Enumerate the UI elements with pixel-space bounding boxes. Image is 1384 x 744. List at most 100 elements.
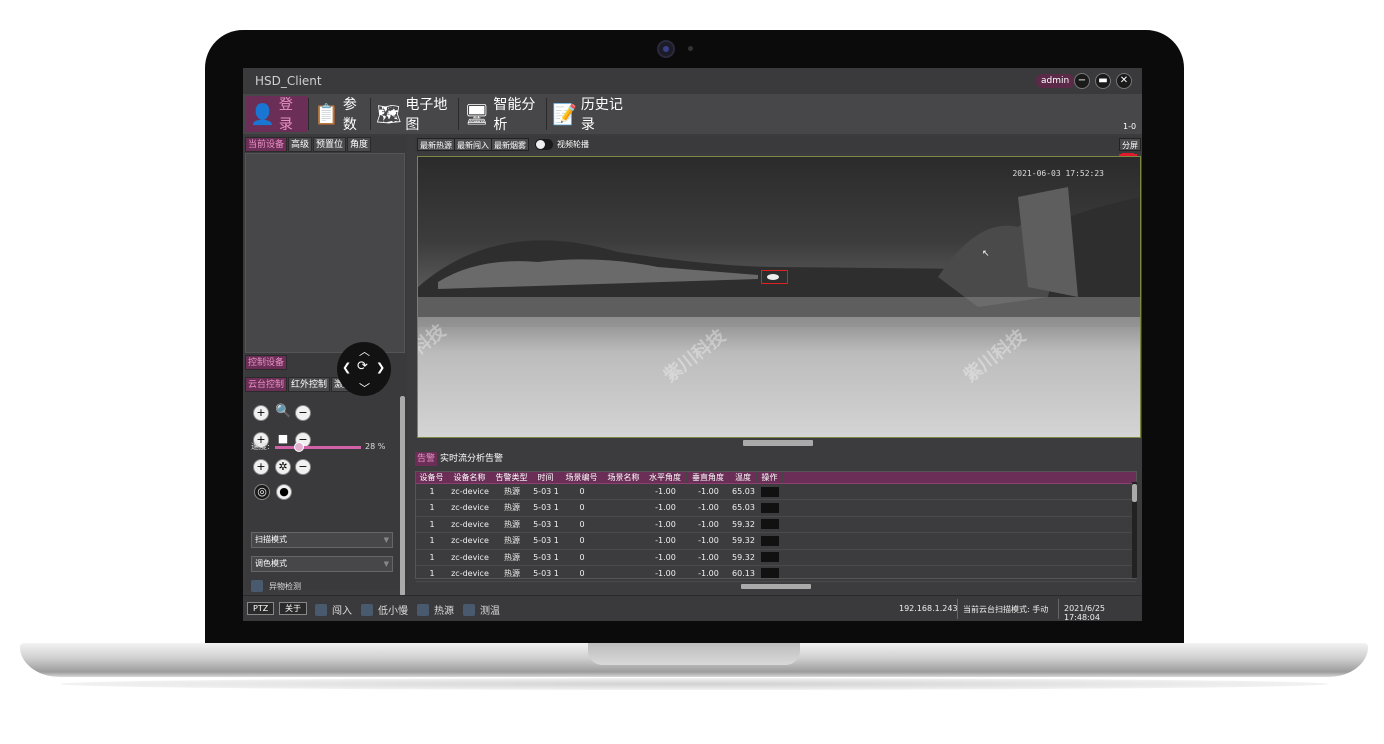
col-device-name[interactable]: 设备名称 — [448, 472, 492, 483]
nav-login[interactable]: 👤 登录 — [245, 96, 307, 133]
row-action-button[interactable] — [757, 566, 783, 581]
nav-analysis[interactable]: 🖥 智能分析 — [459, 96, 545, 133]
play-record-icon[interactable] — [761, 519, 779, 530]
table-scrollbar[interactable] — [1132, 482, 1137, 578]
close-button[interactable]: ✕ — [1116, 73, 1132, 89]
col-device-id[interactable]: 设备号 — [416, 472, 448, 483]
tab-ptz-control[interactable]: 云台控制 — [245, 377, 288, 392]
table-cell: -1.00 — [655, 503, 676, 513]
filter-low-slow-small[interactable]: 低小慢 — [361, 602, 408, 617]
ptz-auto-icon[interactable]: ⟳ — [357, 359, 368, 374]
table-row[interactable]: 1 zc-device 热源 5-03 1 0 -1.00 -1.00 59.32 — [416, 533, 1136, 550]
row-action-button[interactable] — [757, 517, 783, 532]
table-row[interactable]: 1 zc-device 热源 5-03 1 0 -1.00 -1.00 65.03 — [416, 484, 1136, 501]
tab-alarm[interactable]: 告警 — [415, 452, 438, 466]
minimize-button[interactable]: − — [1074, 73, 1090, 89]
foreign-object-detect[interactable]: 异物检测 — [251, 580, 301, 592]
play-record-icon[interactable] — [761, 535, 779, 546]
ptz-right-arrow[interactable]: ❯ — [376, 361, 385, 374]
row-action-button[interactable] — [757, 484, 783, 499]
video-splitter[interactable] — [743, 440, 813, 446]
iris-icon: ✲ — [275, 459, 291, 475]
ptz-joystick[interactable]: ︿ ﹀ ❮ ❯ ⟳ — [337, 342, 391, 396]
table-cell — [604, 533, 644, 548]
table-scrollbar-thumb[interactable] — [1132, 484, 1137, 502]
play-record-icon[interactable] — [761, 486, 779, 497]
left-scrollbar-thumb[interactable] — [400, 396, 405, 596]
col-action[interactable]: 操作 — [757, 472, 783, 483]
scan-mode-select[interactable]: 扫描模式 — [251, 532, 393, 548]
col-temperature[interactable]: 温度 — [730, 472, 757, 483]
table-row[interactable]: 1 zc-device 热源 5-03 1 0 -1.00 -1.00 59.32 — [416, 550, 1136, 566]
detect-checkbox[interactable] — [251, 580, 263, 592]
document-icon: 📝 — [552, 102, 577, 126]
tab-angle[interactable]: 角度 — [347, 137, 372, 152]
video-carousel-toggle[interactable] — [535, 139, 553, 150]
one-key-button[interactable]: ● — [276, 484, 292, 500]
maximize-button[interactable]: ▬ — [1095, 73, 1111, 89]
auto-focus-button[interactable]: ◎ — [254, 484, 270, 500]
nav-emap[interactable]: 🗺 电子地图 — [371, 96, 457, 133]
ptz-up-arrow[interactable]: ︿ — [359, 343, 370, 359]
filter-temp[interactable]: 测温 — [463, 602, 500, 617]
col-v-angle[interactable]: 垂直角度 — [687, 472, 730, 483]
zoom-in-button[interactable]: + — [253, 405, 269, 421]
play-record-icon[interactable] — [761, 568, 779, 579]
table-cell: zc-device — [451, 536, 489, 546]
tab-preset[interactable]: 预置位 — [313, 137, 347, 152]
device-list[interactable] — [245, 153, 405, 353]
latest-smoke-button[interactable]: 最新烟雾 — [491, 138, 529, 151]
filter-intrusion-checkbox[interactable] — [315, 603, 327, 616]
left-scrollbar[interactable] — [400, 396, 405, 621]
table-row[interactable]: 1 zc-device 热源 5-03 1 0 -1.00 -1.00 60.13 — [416, 566, 1136, 583]
row-action-button[interactable] — [757, 550, 783, 565]
col-time[interactable]: 时间 — [532, 472, 560, 483]
col-alarm-type[interactable]: 告警类型 — [492, 472, 532, 483]
ptz-left-arrow[interactable]: ❮ — [342, 361, 351, 374]
col-scene-name[interactable]: 场景名称 — [604, 472, 644, 483]
table-cell: 0 — [579, 503, 585, 513]
table-cell: 59.32 — [732, 536, 755, 546]
tab-advanced[interactable]: 高级 — [288, 137, 313, 152]
filter-heat[interactable]: 热源 — [417, 602, 454, 617]
tab-ir-control[interactable]: 红外控制 — [288, 377, 331, 392]
app-title: HSD_Client — [255, 74, 322, 88]
iris-open-button[interactable]: + — [253, 459, 269, 475]
iris-close-button[interactable]: − — [295, 459, 311, 475]
ptz-down-arrow[interactable]: ﹀ — [359, 380, 370, 396]
thermal-video-feed[interactable]: 2021-06-03 17:52:23 紫川科技 紫川科技 紫川科技 ↖ — [417, 156, 1141, 438]
table-h-scrollbar[interactable] — [741, 584, 811, 589]
filter-intrusion[interactable]: 闯入 — [315, 602, 352, 617]
filter-low-slow-small-checkbox[interactable] — [361, 603, 373, 616]
play-record-icon[interactable] — [761, 502, 779, 513]
table-cell: -1.00 — [698, 536, 719, 546]
zoom-out-button[interactable]: − — [295, 405, 311, 421]
speed-slider[interactable] — [275, 446, 361, 449]
tab-stream-alarm[interactable]: 实时流分析告警 — [438, 452, 505, 466]
filter-temp-label: 测温 — [480, 606, 500, 617]
latest-intrusion-button[interactable]: 最新闯入 — [454, 138, 492, 151]
app-window: HSD_Client admin − ▬ ✕ 👤 登录 📋 参数 🗺 电子地图 — [243, 68, 1142, 621]
filter-temp-checkbox[interactable] — [463, 603, 475, 616]
ptz-button[interactable]: PTZ — [247, 602, 275, 615]
table-cell: -1.00 — [655, 487, 676, 496]
tab-current-device[interactable]: 当前设备 — [245, 137, 288, 152]
row-action-button[interactable] — [757, 500, 783, 515]
play-record-icon[interactable] — [761, 552, 779, 563]
user-badge[interactable]: admin — [1036, 74, 1075, 88]
col-scene-id[interactable]: 场景编号 — [560, 472, 604, 483]
table-cell: zc-device — [451, 519, 489, 529]
nav-history[interactable]: 📝 历史记录 — [547, 96, 633, 133]
nav-params[interactable]: 📋 参数 — [309, 96, 369, 133]
row-action-button[interactable] — [757, 533, 783, 548]
col-h-angle[interactable]: 水平角度 — [644, 472, 687, 483]
about-button[interactable]: 关于 — [279, 602, 307, 615]
split-screen-button[interactable]: 分屏 — [1119, 138, 1141, 151]
filter-heat-checkbox[interactable] — [417, 603, 429, 616]
nav-emap-label: 电子地图 — [405, 97, 448, 133]
latest-heat-button[interactable]: 最新热源 — [417, 138, 455, 151]
table-row[interactable]: 1 zc-device 热源 5-03 1 0 -1.00 -1.00 59.32 — [416, 517, 1136, 534]
laptop-mockup: HSD_Client admin − ▬ ✕ 👤 登录 📋 参数 🗺 电子地图 — [0, 0, 1384, 744]
table-row[interactable]: 1 zc-device 热源 5-03 1 0 -1.00 -1.00 65.03 — [416, 500, 1136, 517]
color-mode-select[interactable]: 调色模式 — [251, 556, 393, 572]
